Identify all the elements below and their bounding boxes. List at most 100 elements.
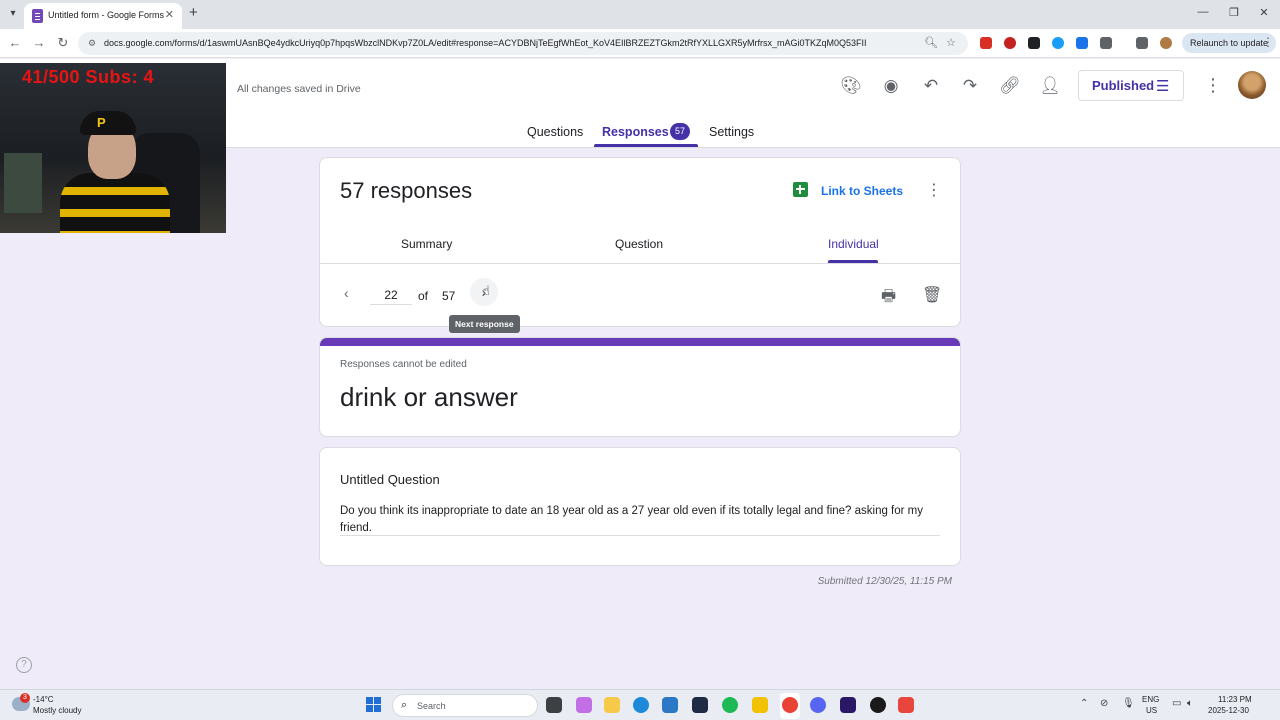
task-view-icon[interactable] bbox=[546, 697, 562, 713]
extension-1-icon[interactable] bbox=[980, 37, 992, 49]
webcam-overlay: P 41/500 Subs: 4 bbox=[0, 63, 226, 233]
subtab-individual[interactable]: Individual bbox=[828, 237, 879, 251]
subtab-summary[interactable]: Summary bbox=[401, 237, 452, 251]
preview-eye-icon[interactable]: ◉ bbox=[880, 75, 902, 97]
forward-icon[interactable]: → bbox=[30, 35, 48, 51]
delete-icon[interactable]: 🗑︎ bbox=[922, 285, 942, 305]
stream-goal-text: 41/500 Subs: 4 bbox=[22, 67, 155, 87]
notepad-icon[interactable] bbox=[662, 697, 678, 713]
weather-alert-badge: 3 bbox=[20, 693, 30, 703]
back-icon[interactable]: ← bbox=[6, 35, 24, 51]
spotify-icon[interactable] bbox=[722, 697, 738, 713]
previous-response-icon[interactable]: ‹ bbox=[344, 285, 349, 301]
restore-icon[interactable]: ❐ bbox=[1224, 6, 1244, 19]
tab-questions[interactable]: Questions bbox=[527, 125, 583, 139]
address-bar[interactable]: ⚙ docs.google.com/forms/d/1aswmUAsnBQe4y… bbox=[78, 32, 968, 55]
redo-icon[interactable]: ↷ bbox=[959, 75, 981, 97]
tab-search-button[interactable]: ▾ bbox=[4, 5, 22, 23]
premiere-icon[interactable] bbox=[840, 697, 856, 713]
snipping-tool-icon[interactable] bbox=[898, 697, 914, 713]
sheets-icon[interactable] bbox=[793, 182, 808, 197]
link-to-sheets-button[interactable]: Link to Sheets bbox=[821, 184, 903, 198]
browser-menu-icon[interactable]: ⋮ bbox=[1262, 35, 1274, 49]
cap-logo-icon: P bbox=[97, 115, 106, 130]
extension-5-icon[interactable] bbox=[1076, 37, 1088, 49]
display-icon[interactable]: ▭ bbox=[1172, 698, 1181, 709]
site-info-icon[interactable]: ⚙ bbox=[86, 37, 98, 49]
chrome-icon[interactable] bbox=[782, 697, 798, 713]
file-explorer-icon[interactable] bbox=[604, 697, 620, 713]
add-collaborator-icon[interactable]: 👤︎ bbox=[1039, 75, 1061, 97]
app-icon[interactable] bbox=[692, 697, 708, 713]
extension-4-icon[interactable] bbox=[1052, 37, 1064, 49]
undo-icon[interactable]: ↶ bbox=[920, 75, 942, 97]
obs-icon[interactable] bbox=[870, 697, 886, 713]
saved-status: All changes saved in Drive bbox=[237, 83, 361, 95]
browser-tab-active[interactable]: Untitled form - Google Forms ✕ bbox=[24, 3, 182, 29]
response-answer: Do you think its inappropriate to date a… bbox=[340, 505, 924, 534]
tab-settings[interactable]: Settings bbox=[709, 125, 754, 139]
help-icon[interactable]: ? bbox=[16, 657, 32, 673]
account-avatar[interactable] bbox=[1238, 71, 1266, 99]
pager-of-label: of bbox=[418, 289, 429, 303]
responses-card: 57 responses Link to Sheets ⋮ Summary Qu… bbox=[319, 157, 961, 327]
bookmark-star-icon[interactable]: ☆ bbox=[946, 36, 956, 49]
weather-temp[interactable]: -14°C bbox=[33, 695, 54, 704]
minimize-icon[interactable]: — bbox=[1193, 6, 1213, 18]
tab-responses[interactable]: Responses bbox=[602, 125, 669, 139]
published-label: Published bbox=[1092, 78, 1155, 93]
taskbar: 3 -14°C Mostly cloudy ⌕ Search ⌃ ⊘ 🎙︎ EN… bbox=[0, 689, 1280, 720]
search-label: Search bbox=[417, 701, 446, 711]
new-tab-icon[interactable]: + bbox=[189, 5, 198, 21]
divider bbox=[320, 263, 960, 264]
response-number-input[interactable]: 22 bbox=[370, 288, 412, 305]
windows-start-icon[interactable] bbox=[366, 697, 382, 713]
browser-tabstrip: ▾ Untitled form - Google Forms ✕ + — ❐ ✕ bbox=[0, 0, 1280, 29]
profile-avatar-icon[interactable] bbox=[1160, 37, 1172, 49]
webcam-background bbox=[4, 153, 42, 213]
window-close-icon[interactable]: ✕ bbox=[1254, 6, 1274, 19]
tab-title: Untitled form - Google Forms bbox=[48, 10, 165, 20]
palette-icon[interactable]: 🎨︎ bbox=[840, 75, 862, 97]
discord-icon[interactable] bbox=[810, 697, 826, 713]
volume-icon[interactable]: 🔈︎ bbox=[1187, 698, 1193, 709]
copilot-icon[interactable] bbox=[576, 697, 592, 713]
tab-close-icon[interactable]: ✕ bbox=[165, 8, 174, 21]
zoom-icon[interactable]: 🔍︎ bbox=[924, 36, 938, 49]
print-icon[interactable]: 🖶︎ bbox=[881, 285, 896, 312]
extension-2-icon[interactable] bbox=[1004, 37, 1016, 49]
publish-settings-icon: ☰ bbox=[1156, 78, 1170, 95]
more-options-icon[interactable]: ⋮ bbox=[1204, 75, 1222, 96]
subtab-question[interactable]: Question bbox=[615, 237, 663, 251]
browser-toolbar: ← → ↻ ⚙ docs.google.com/forms/d/1aswmUAs… bbox=[0, 29, 1280, 58]
weather-condition[interactable]: Mostly cloudy bbox=[33, 706, 81, 715]
forms-favicon-icon bbox=[32, 9, 43, 23]
language-secondary[interactable]: US bbox=[1146, 706, 1157, 715]
media-controls-icon[interactable] bbox=[1136, 37, 1148, 49]
microphone-icon[interactable]: 🎙︎ bbox=[1122, 698, 1135, 709]
responses-more-icon[interactable]: ⋮ bbox=[926, 180, 942, 200]
clock-time[interactable]: 11:23 PM bbox=[1218, 695, 1252, 704]
reload-icon[interactable]: ↻ bbox=[54, 35, 72, 51]
extensions-puzzle-icon[interactable] bbox=[1100, 37, 1112, 49]
question-card: Untitled Question Do you think its inapp… bbox=[319, 447, 961, 566]
next-response-tooltip: Next response bbox=[449, 315, 520, 333]
responses-title: 57 responses bbox=[340, 178, 473, 203]
network-icon[interactable]: ⊘ bbox=[1100, 698, 1108, 709]
submitted-timestamp: Submitted 12/30/25, 11:15 PM bbox=[817, 576, 952, 587]
extension-3-icon[interactable] bbox=[1028, 37, 1040, 49]
pager-total: 57 bbox=[442, 289, 456, 303]
cannot-edit-notice: Responses cannot be edited bbox=[340, 359, 467, 370]
language-primary[interactable]: ENG bbox=[1142, 695, 1159, 704]
url-text: docs.google.com/forms/d/1aswmUAsnBQe4ydk… bbox=[104, 38, 867, 48]
clock-date[interactable]: 2025-12-30 bbox=[1208, 706, 1249, 715]
link-icon[interactable]: 🔗︎ bbox=[999, 75, 1021, 97]
published-button[interactable]: Published ☰ bbox=[1078, 70, 1184, 101]
edge-icon[interactable] bbox=[633, 697, 649, 713]
mouse-cursor-icon: ☝︎ bbox=[482, 283, 490, 298]
taskbar-search[interactable]: ⌕ Search bbox=[392, 694, 538, 717]
app-notify-icon[interactable] bbox=[752, 697, 768, 713]
active-tab-indicator bbox=[594, 144, 698, 147]
answer-underline bbox=[340, 535, 940, 536]
tray-overflow-icon[interactable]: ⌃ bbox=[1080, 698, 1088, 709]
